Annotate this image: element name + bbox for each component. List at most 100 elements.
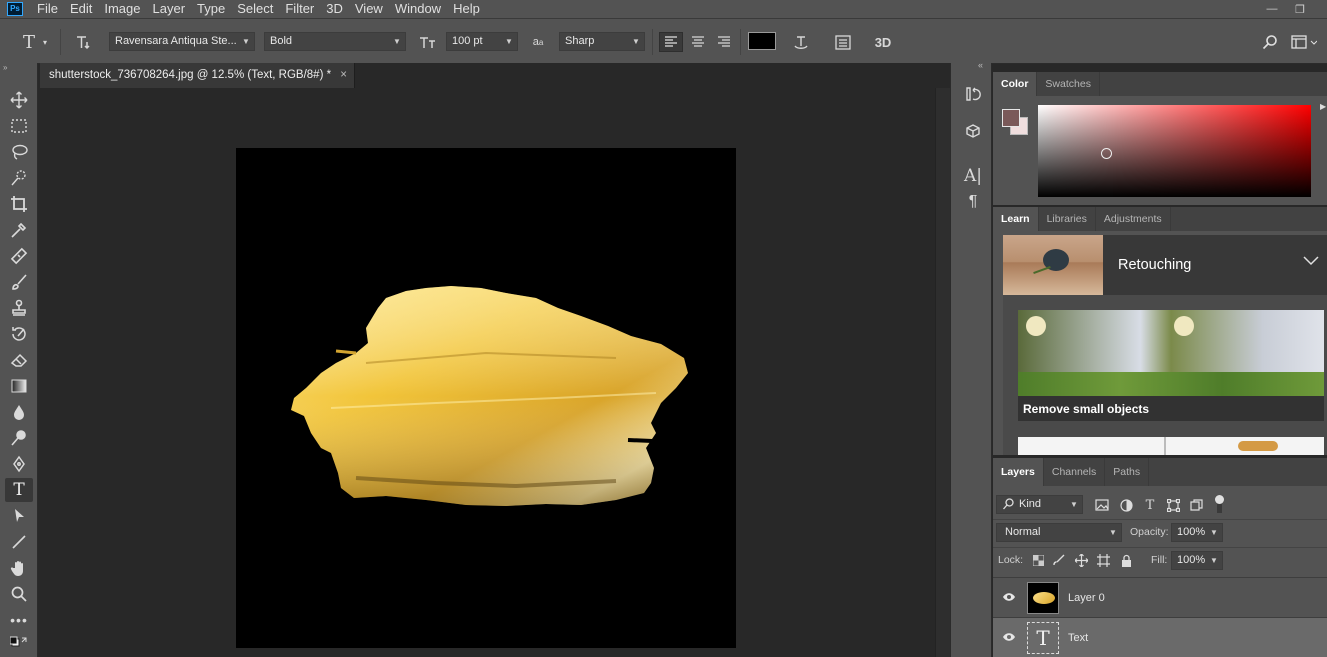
learn-topic-header[interactable]: Retouching — [1003, 235, 1327, 295]
menu-3d[interactable]: 3D — [320, 0, 349, 18]
menu-window[interactable]: Window — [389, 0, 447, 18]
color-field[interactable] — [1038, 105, 1311, 197]
color-swatches-icon[interactable] — [5, 633, 33, 653]
align-center-icon[interactable] — [686, 32, 710, 52]
marquee-tool-icon[interactable] — [5, 114, 33, 138]
document-tab[interactable]: shutterstock_736708264.jpg @ 12.5% (Text… — [40, 63, 355, 88]
align-left-icon[interactable] — [659, 32, 683, 52]
tab-paths[interactable]: Paths — [1105, 458, 1150, 486]
zoom-tool-icon[interactable] — [5, 582, 33, 606]
align-right-icon[interactable] — [712, 32, 736, 52]
lock-all-icon[interactable] — [1119, 552, 1133, 568]
tab-adjustments[interactable]: Adjustments — [1096, 207, 1171, 231]
panel-menu-icon[interactable]: ▶ — [1320, 102, 1326, 111]
move-tool-icon[interactable] — [5, 88, 33, 112]
line-tool-icon[interactable] — [5, 530, 33, 554]
lasso-tool-icon[interactable] — [5, 140, 33, 164]
toggle-text-orientation-icon[interactable] — [70, 32, 94, 52]
search-icon[interactable] — [1259, 32, 1281, 52]
filter-adjustment-icon[interactable] — [1118, 496, 1134, 514]
properties-panel-icon[interactable] — [962, 121, 984, 143]
history-panel-icon[interactable] — [962, 83, 984, 105]
visibility-eye-icon[interactable] — [1001, 590, 1017, 604]
photoshop-logo: Ps — [7, 2, 23, 16]
menu-bar: Ps File Edit Image Layer Type Select Fil… — [0, 0, 1327, 18]
antialias-dropdown[interactable]: Sharp ▼ — [559, 32, 645, 51]
fill-input[interactable]: 100% ▼ — [1171, 551, 1223, 570]
expand-dock-icon[interactable]: « — [978, 60, 983, 70]
filter-smart-object-icon[interactable] — [1188, 496, 1204, 514]
type-tool-icon[interactable]: T — [5, 478, 33, 502]
menu-image[interactable]: Image — [98, 0, 146, 18]
dodge-tool-icon[interactable] — [5, 426, 33, 450]
tab-libraries[interactable]: Libraries — [1039, 207, 1096, 231]
more-tools-icon[interactable]: ••• — [5, 608, 33, 632]
lock-image-pixels-icon[interactable] — [1052, 552, 1066, 568]
hand-tool-icon[interactable] — [5, 556, 33, 580]
filter-shape-icon[interactable] — [1165, 496, 1181, 514]
history-brush-tool-icon[interactable] — [5, 322, 33, 346]
menu-select[interactable]: Select — [231, 0, 279, 18]
brush-tool-icon[interactable] — [5, 270, 33, 294]
crop-tool-icon[interactable] — [5, 192, 33, 216]
menu-filter[interactable]: Filter — [279, 0, 320, 18]
menu-edit[interactable]: Edit — [64, 0, 98, 18]
eyedropper-tool-icon[interactable] — [5, 218, 33, 242]
document-canvas[interactable] — [236, 148, 736, 648]
pen-tool-icon[interactable] — [5, 452, 33, 476]
collapse-toolbar-icon[interactable]: » — [3, 63, 7, 72]
visibility-eye-icon[interactable] — [1001, 630, 1017, 644]
next-tutorial-card[interactable] — [1018, 437, 1324, 455]
3d-button[interactable]: 3D — [871, 32, 895, 52]
blend-mode-dropdown[interactable]: Normal ▼ — [996, 523, 1122, 542]
tab-color[interactable]: Color — [993, 72, 1038, 96]
chevron-down-icon[interactable] — [1303, 255, 1319, 269]
layer-row-text[interactable]: T Text — [993, 617, 1327, 657]
warp-text-icon[interactable] — [789, 32, 813, 52]
preset-chevron-icon[interactable]: ▾ — [40, 32, 50, 52]
close-tab-icon[interactable]: × — [340, 63, 347, 88]
menu-help[interactable]: Help — [447, 0, 486, 18]
filter-toggle[interactable] — [1215, 495, 1224, 513]
gradient-tool-icon[interactable] — [5, 374, 33, 398]
minimize-icon[interactable]: — — [1258, 0, 1286, 18]
foreground-color-swatch[interactable] — [1002, 109, 1020, 127]
tab-swatches[interactable]: Swatches — [1037, 72, 1100, 96]
menu-file[interactable]: File — [31, 0, 64, 18]
filter-type-icon[interactable]: T — [1142, 496, 1158, 514]
tab-learn[interactable]: Learn — [993, 207, 1039, 231]
opacity-input[interactable]: 100% ▼ — [1171, 523, 1223, 542]
layer-row-layer-0[interactable]: Layer 0 — [993, 577, 1327, 617]
healing-brush-tool-icon[interactable] — [5, 244, 33, 268]
character-panel-icon[interactable] — [831, 32, 855, 52]
color-picker-cursor[interactable] — [1101, 148, 1112, 159]
paragraph-icon[interactable]: ¶ — [962, 191, 984, 213]
menu-type[interactable]: Type — [191, 0, 231, 18]
vertical-scrollbar[interactable] — [935, 88, 950, 657]
tutorial-card[interactable]: Remove small objects — [1018, 310, 1324, 421]
clone-stamp-tool-icon[interactable] — [5, 296, 33, 320]
eraser-tool-icon[interactable] — [5, 348, 33, 372]
color-panel: Color Swatches ▶ — [993, 72, 1327, 205]
font-family-dropdown[interactable]: Ravensara Antiqua Ste... ▼ — [109, 32, 255, 51]
text-color-swatch[interactable] — [748, 32, 776, 50]
character-icon[interactable]: A| — [962, 165, 984, 187]
blur-tool-icon[interactable] — [5, 400, 33, 424]
lock-artboard-icon[interactable] — [1096, 552, 1110, 568]
lock-position-icon[interactable] — [1074, 552, 1088, 568]
restore-icon[interactable]: ❐ — [1286, 0, 1314, 18]
type-tool-preset-icon[interactable]: T — [18, 32, 40, 53]
menu-view[interactable]: View — [349, 0, 389, 18]
tab-layers[interactable]: Layers — [993, 458, 1044, 486]
workspace-switcher-icon[interactable] — [1290, 32, 1318, 52]
filter-pixel-icon[interactable] — [1094, 496, 1110, 514]
layer-filter-kind-dropdown[interactable]: Kind ▼ — [996, 495, 1083, 514]
quick-selection-tool-icon[interactable] — [5, 166, 33, 190]
lock-transparent-pixels-icon[interactable] — [1031, 552, 1045, 568]
font-style-dropdown[interactable]: Bold ▼ — [264, 32, 406, 51]
tab-channels[interactable]: Channels — [1044, 458, 1106, 486]
font-size-dropdown[interactable]: 100 pt ▼ — [446, 32, 518, 51]
menu-layer[interactable]: Layer — [147, 0, 192, 18]
canvas-area[interactable] — [40, 88, 935, 657]
path-selection-tool-icon[interactable] — [5, 504, 33, 528]
